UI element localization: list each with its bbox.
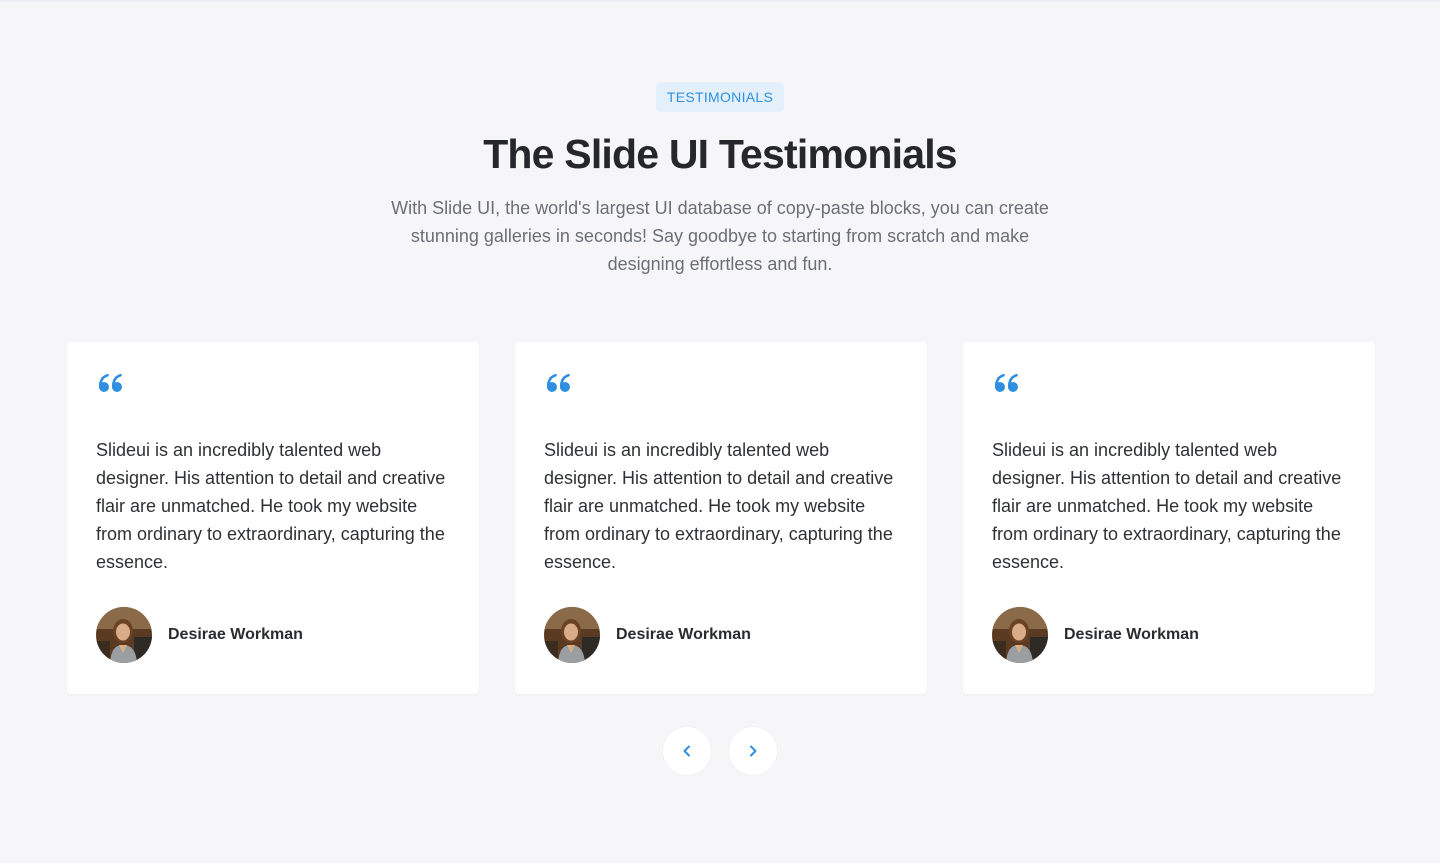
testimonial-text: Slideui is an incredibly talented web de… <box>992 440 1342 572</box>
testimonial-card: Slideui is an incredibly talented web de… <box>515 342 927 694</box>
testimonial-author: Desirae Workman <box>544 607 751 663</box>
avatar <box>544 607 600 663</box>
section-subtitle: With Slide UI, the world's largest UI da… <box>391 198 1049 274</box>
chevron-left-icon <box>683 745 690 757</box>
avatar <box>992 607 1048 663</box>
testimonial-card: Slideui is an incredibly talented web de… <box>67 342 479 694</box>
author-name: Desirae Workman <box>1064 626 1199 643</box>
section-badge: TESTIMONIALS <box>656 82 784 112</box>
testimonial-author: Desirae Workman <box>96 607 303 663</box>
testimonial-card: Slideui is an incredibly talented web de… <box>963 342 1375 694</box>
quote-icon <box>994 373 1018 392</box>
author-name: Desirae Workman <box>168 626 303 643</box>
next-slide-button[interactable] <box>728 726 778 776</box>
chevron-right-icon <box>750 745 757 757</box>
testimonials-section: TESTIMONIALS The Slide UI Testimonials W… <box>0 0 1440 863</box>
testimonial-carousel: Slideui is an incredibly talented web de… <box>67 342 1375 694</box>
quote-icon <box>546 373 570 392</box>
avatar <box>96 607 152 663</box>
testimonial-author: Desirae Workman <box>992 607 1199 663</box>
section-title: The Slide UI Testimonials <box>483 131 957 177</box>
prev-slide-button[interactable] <box>662 726 712 776</box>
author-name: Desirae Workman <box>616 626 751 643</box>
quote-icon <box>98 373 122 392</box>
testimonial-text: Slideui is an incredibly talented web de… <box>96 440 446 572</box>
testimonial-text: Slideui is an incredibly talented web de… <box>544 440 894 572</box>
